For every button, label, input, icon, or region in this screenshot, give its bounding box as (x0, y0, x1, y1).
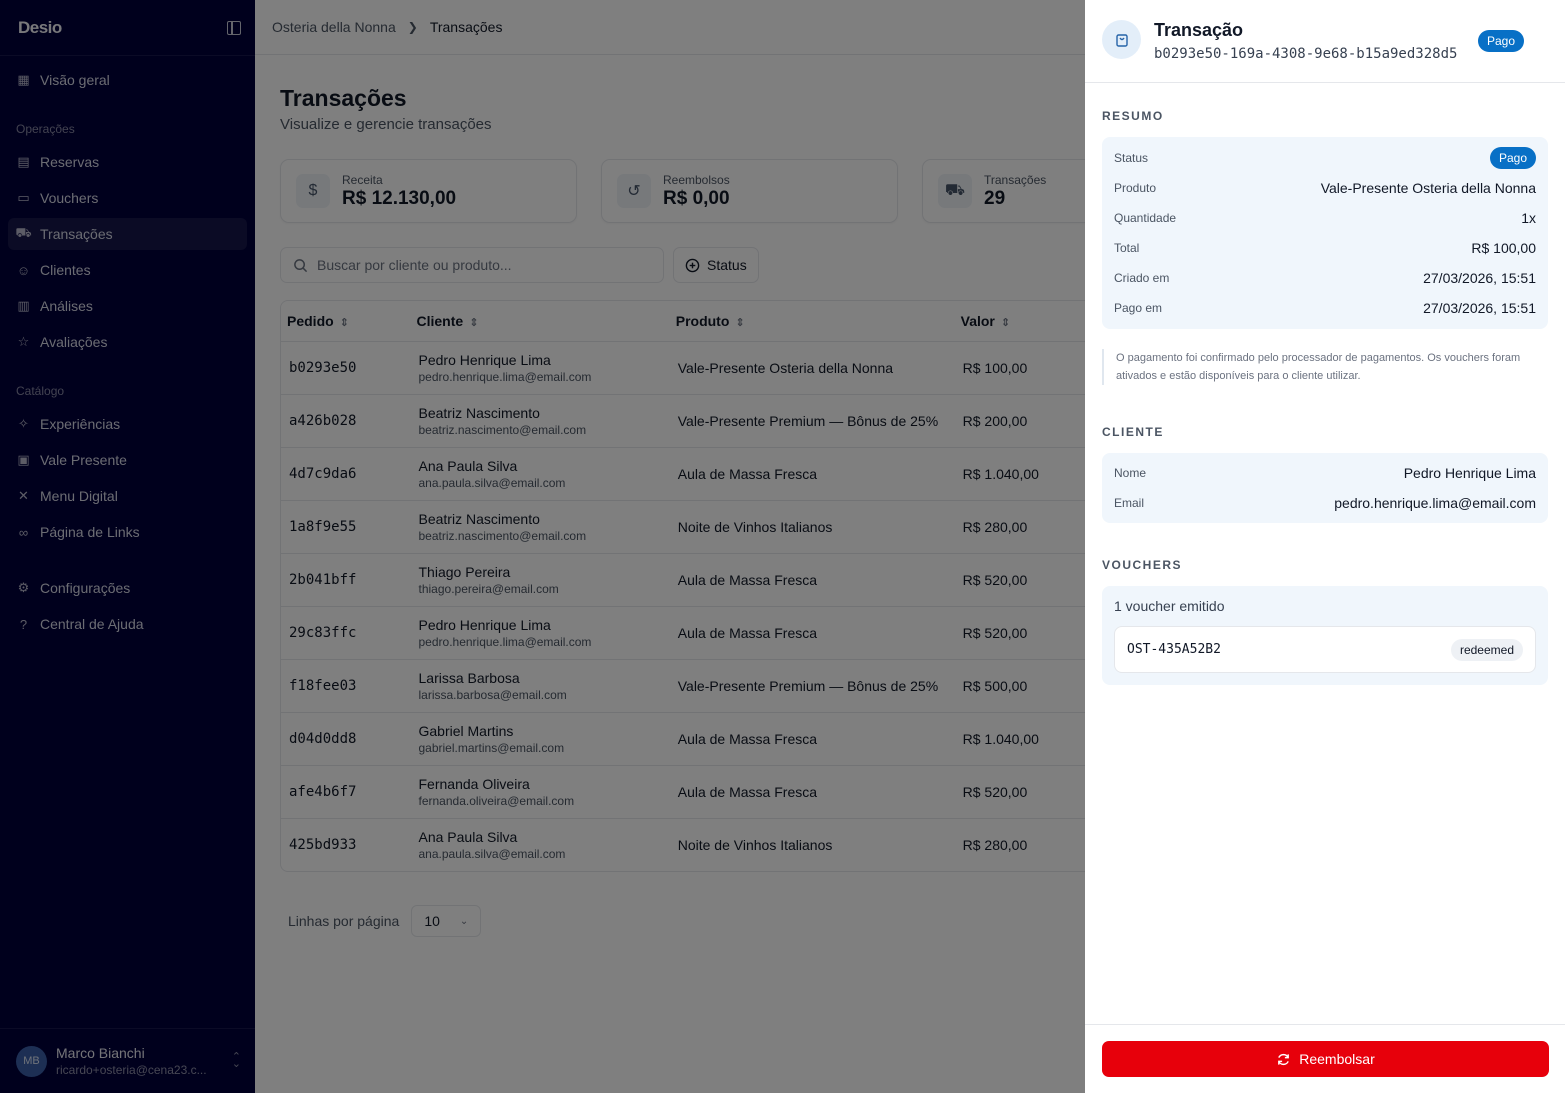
voucher-status-badge: redeemed (1450, 638, 1523, 661)
detail-row: Status Pago (1114, 143, 1536, 173)
payment-note: O pagamento foi confirmado pelo processa… (1102, 349, 1548, 385)
voucher-code: OST-435A52B2 (1127, 642, 1221, 657)
detail-key: Produto (1114, 181, 1157, 195)
detail-value: R$ 100,00 (1471, 240, 1536, 256)
status-badge: Pago (1477, 30, 1524, 52)
detail-key: Criado em (1114, 271, 1170, 285)
cliente-heading: CLIENTE (1102, 425, 1164, 439)
detail-key: Status (1114, 151, 1149, 165)
detail-value: 27/03/2026, 15:51 (1423, 300, 1536, 316)
detail-key: Email (1114, 496, 1145, 510)
detail-row: Nome Pedro Henrique Lima (1114, 458, 1536, 488)
detail-key: Quantidade (1114, 211, 1177, 225)
panel-footer: Reembolsar (1085, 1024, 1565, 1093)
vouchers-box: 1 voucher emitido OST-435A52B2 redeemed (1102, 586, 1548, 685)
refund-button[interactable]: Reembolsar (1102, 1041, 1549, 1077)
resumo-heading: RESUMO (1102, 109, 1164, 123)
refresh-icon (1278, 1053, 1290, 1065)
shopping-bag-icon (1102, 20, 1141, 59)
detail-key: Total (1114, 241, 1140, 255)
refund-label: Reembolsar (1299, 1051, 1375, 1067)
transaction-id: b0293e50-169a-4308-9e68-b15a9ed328d5 (1154, 46, 1458, 62)
detail-row: Pago em 27/03/2026, 15:51 (1114, 293, 1536, 323)
detail-value: 27/03/2026, 15:51 (1423, 270, 1536, 286)
voucher-item[interactable]: OST-435A52B2 redeemed (1114, 626, 1536, 673)
status-badge: Pago (1489, 147, 1536, 169)
modal-overlay[interactable] (0, 0, 1085, 1093)
detail-value: 1x (1521, 210, 1536, 226)
panel-header: Transação b0293e50-169a-4308-9e68-b15a9e… (1085, 0, 1565, 83)
transaction-detail-panel: Transação b0293e50-169a-4308-9e68-b15a9e… (1085, 0, 1565, 1093)
cliente-box: Nome Pedro Henrique Lima Email pedro.henriq… (1102, 453, 1548, 523)
voucher-count: 1 voucher emitido (1114, 598, 1225, 614)
detail-row: Total R$ 100,00 (1114, 233, 1536, 263)
vouchers-heading: VOUCHERS (1102, 558, 1183, 572)
detail-row: Quantidade 1x (1114, 203, 1536, 233)
panel-title: Transação (1154, 20, 1244, 40)
detail-key: Nome (1114, 466, 1147, 480)
detail-key: Pago em (1114, 301, 1163, 315)
detail-row: Criado em 27/03/2026, 15:51 (1114, 263, 1536, 293)
resumo-box: Status Pago Produto Vale-Presente Osteria d… (1102, 137, 1548, 329)
detail-row: Email pedro.henrique.lima@email.com (1114, 488, 1536, 518)
detail-value: Pedro Henrique Lima (1403, 465, 1536, 481)
detail-row: Produto Vale-Presente Osteria della Nonna (1114, 173, 1536, 203)
detail-value: Vale-Presente Osteria della Nonna (1320, 180, 1536, 196)
detail-value: pedro.henrique.lima@email.com (1334, 495, 1536, 511)
